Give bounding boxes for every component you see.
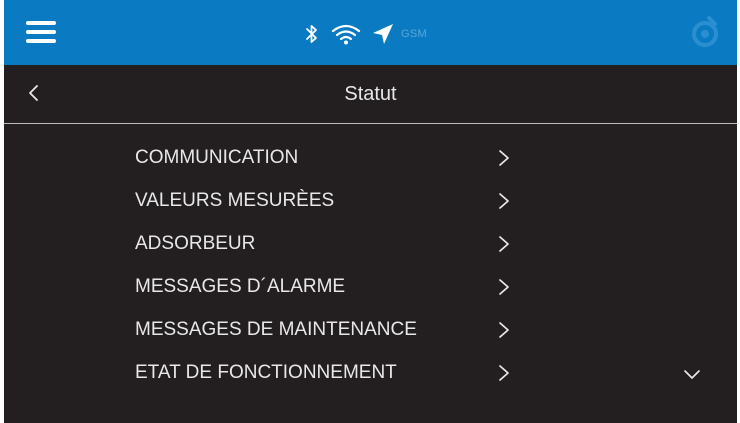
chevron-right-icon	[499, 150, 509, 166]
menu-item-label: COMMUNICATION	[135, 147, 299, 168]
status-screen: GSM Statut COMMUNICATION VALEURS MESURÈE…	[4, 0, 737, 423]
menu-item-label: ADSORBEUR	[135, 233, 256, 254]
menu-item-label: MESSAGES D´ALARME	[135, 276, 346, 297]
top-bar: GSM	[4, 0, 737, 65]
chevron-right-icon	[499, 365, 509, 381]
chevron-right-icon	[499, 236, 509, 252]
chevron-down-icon[interactable]	[680, 362, 704, 386]
status-menu-list: COMMUNICATION VALEURS MESURÈES ADSORBEUR…	[135, 140, 535, 398]
chevron-right-icon	[499, 279, 509, 295]
wifi-icon	[331, 24, 361, 45]
menu-item-measured-values[interactable]: VALEURS MESURÈES	[135, 183, 535, 226]
brand-logo-icon	[692, 16, 718, 47]
menu-item-alarm-messages[interactable]: MESSAGES D´ALARME	[135, 269, 535, 312]
page-header: Statut	[4, 65, 737, 123]
menu-item-communication[interactable]: COMMUNICATION	[135, 140, 535, 183]
menu-item-maintenance-messages[interactable]: MESSAGES DE MAINTENANCE	[135, 312, 535, 355]
bluetooth-icon	[306, 25, 317, 43]
status-icons: GSM	[305, 22, 427, 46]
chevron-right-icon	[499, 193, 509, 209]
location-arrow-icon	[373, 24, 393, 44]
menu-item-label: VALEURS MESURÈES	[135, 190, 335, 211]
gsm-indicator: GSM	[401, 28, 427, 40]
chevron-right-icon	[499, 322, 509, 338]
header-divider	[4, 123, 737, 124]
menu-item-label: ETAT DE FONCTIONNEMENT	[135, 362, 397, 383]
page-title: Statut	[344, 83, 397, 105]
hamburger-icon[interactable]	[24, 18, 60, 48]
menu-item-operating-state[interactable]: ETAT DE FONCTIONNEMENT	[135, 355, 535, 398]
menu-item-adsorber[interactable]: ADSORBEUR	[135, 226, 535, 269]
menu-item-label: MESSAGES DE MAINTENANCE	[135, 319, 417, 340]
